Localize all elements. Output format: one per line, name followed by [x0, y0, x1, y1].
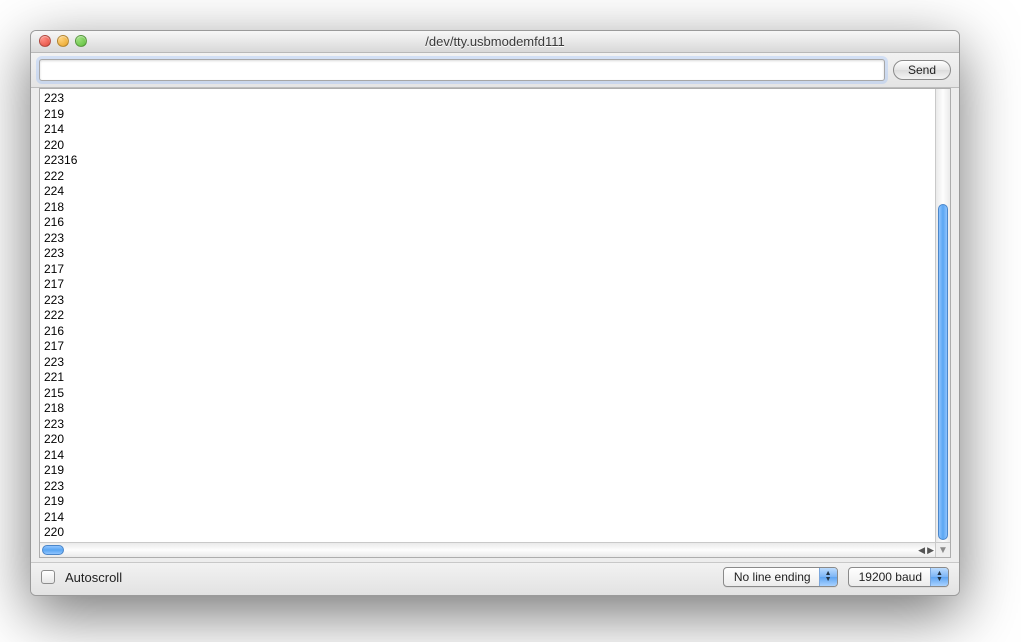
scroll-right-icon[interactable]: ▶ — [927, 545, 934, 556]
baud-label: 19200 baud — [849, 570, 930, 584]
serial-monitor-window: /dev/tty.usbmodemfd111 Send 223 219 214 … — [30, 30, 960, 596]
minimize-icon[interactable] — [57, 35, 69, 47]
dropdown-arrows-icon: ▲▼ — [819, 568, 837, 586]
scroll-corner: ▼ — [935, 542, 950, 557]
titlebar[interactable]: /dev/tty.usbmodemfd111 — [31, 31, 959, 53]
traffic-lights — [39, 35, 87, 47]
horizontal-scroll-arrows[interactable]: ◀ ▶ — [918, 543, 934, 557]
horizontal-scrollbar[interactable]: ◀ ▶ — [40, 542, 935, 557]
horizontal-scroll-thumb[interactable] — [42, 545, 64, 555]
serial-input[interactable] — [39, 59, 885, 81]
line-ending-label: No line ending — [724, 570, 819, 584]
footer: Autoscroll No line ending ▲▼ 19200 baud … — [31, 562, 959, 595]
output-area: 223 219 214 220 22316 222 224 218 216 22… — [39, 88, 951, 558]
zoom-icon[interactable] — [75, 35, 87, 47]
vertical-scrollbar[interactable] — [935, 89, 950, 542]
toolbar: Send — [31, 53, 959, 88]
scroll-left-icon[interactable]: ◀ — [918, 545, 925, 556]
baud-select[interactable]: 19200 baud ▲▼ — [848, 567, 949, 587]
send-button[interactable]: Send — [893, 60, 951, 80]
autoscroll-label: Autoscroll — [65, 570, 122, 585]
vertical-scroll-thumb[interactable] — [938, 204, 948, 540]
window-title: /dev/tty.usbmodemfd111 — [31, 34, 959, 49]
autoscroll-checkbox[interactable] — [41, 570, 55, 584]
dropdown-arrows-icon: ▲▼ — [930, 568, 948, 586]
close-icon[interactable] — [39, 35, 51, 47]
serial-output: 223 219 214 220 22316 222 224 218 216 22… — [40, 89, 935, 542]
line-ending-select[interactable]: No line ending ▲▼ — [723, 567, 838, 587]
